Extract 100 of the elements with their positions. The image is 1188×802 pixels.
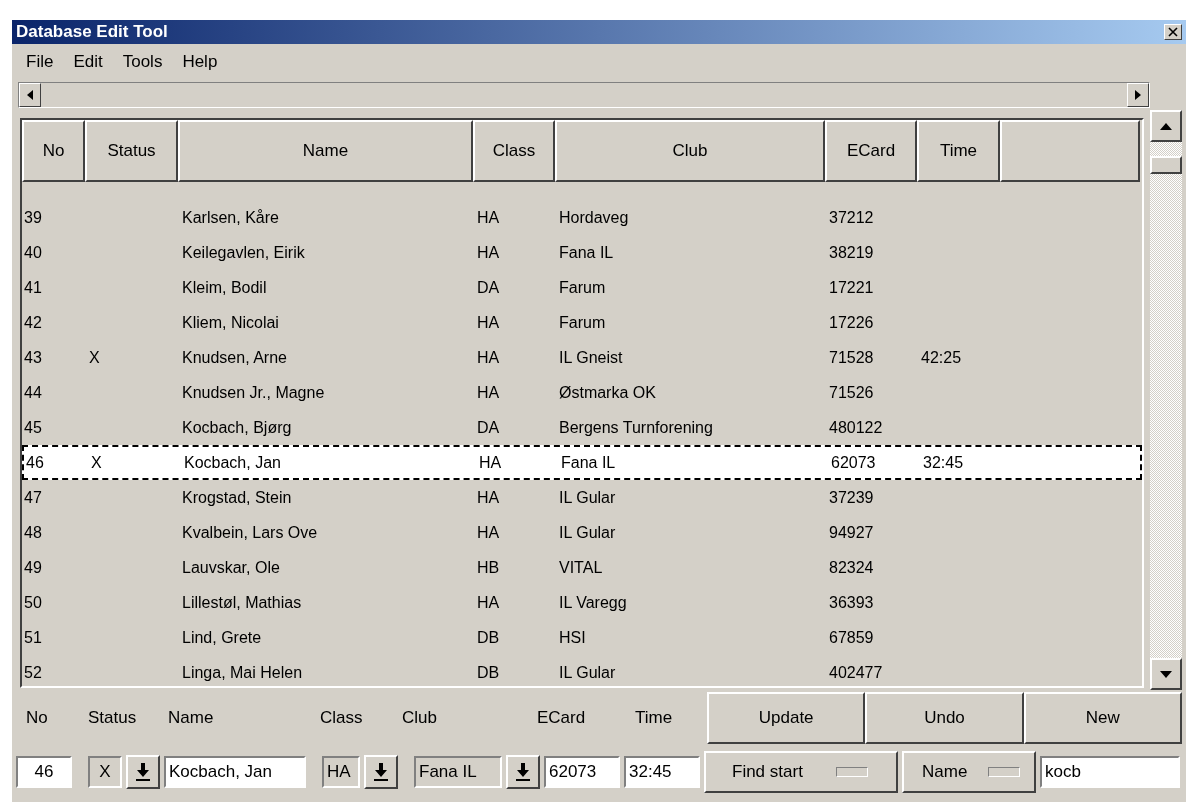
column-header[interactable]: ECard (825, 120, 917, 182)
table-row[interactable]: 42 Kliem, Nicolai HA Farum 17226 (22, 305, 1142, 340)
table-row[interactable]: 50 Lillestøl, Mathias HA IL Varegg 36393 (22, 585, 1142, 620)
horizontal-scrollbar[interactable] (18, 82, 1150, 108)
scroll-left-button[interactable] (19, 83, 41, 107)
dropdown-arrow-icon (136, 763, 150, 781)
table-row[interactable]: 45 Kocbach, Bjørg DA Bergens Turnforening 480122 (22, 410, 1142, 445)
ecard-field[interactable]: 62073 (544, 756, 620, 788)
column-header[interactable]: No (22, 120, 85, 182)
table-cell-text: Kocbach, Bjørg (181, 418, 293, 437)
table-cell-text: Østmarka OK (558, 383, 657, 402)
table-row[interactable]: 44 Knudsen Jr., Magne HA Østmarka OK 71526 (22, 375, 1142, 410)
table-cell-text: IL Gular (558, 523, 617, 542)
table-cell-text: 94927 (828, 523, 875, 542)
table-cell-text: 36393 (828, 593, 875, 612)
indicator-icon (988, 767, 1020, 777)
table-row[interactable]: 48 Kvalbein, Lars Ove HA IL Gular 94927 (22, 515, 1142, 550)
scroll-thumb[interactable] (1150, 156, 1182, 174)
table-cell-text: DB (476, 628, 501, 647)
column-header[interactable]: Status (85, 120, 178, 182)
table-cell-text: IL Gular (558, 663, 617, 682)
table-cell-text: Kleim, Bodil (181, 278, 268, 297)
field-label: ECard (537, 708, 587, 728)
column-header[interactable]: Name (178, 120, 473, 182)
action-button[interactable]: Update (707, 692, 866, 744)
table-cell-text: Farum (558, 313, 607, 332)
table-cell-text: HA (476, 208, 501, 227)
table-cell-text: X (90, 453, 103, 472)
table-row[interactable]: 40 Keilegavlen, Eirik HA Fana IL 38219 (22, 235, 1142, 270)
find-start-button[interactable]: Find start (704, 751, 898, 793)
action-button[interactable]: New (1023, 692, 1182, 744)
selected-row[interactable]: 46 X Kocbach, Jan HA Fana IL 62073 32:45 (22, 445, 1142, 480)
table-cell-text: IL Varegg (558, 593, 628, 612)
name-field[interactable]: Kocbach, Jan (164, 756, 306, 788)
table-row[interactable]: 43 X Knudsen, Arne HA IL Gneist 71528 42:25 (22, 340, 1142, 375)
action-button[interactable]: Undo (865, 692, 1024, 744)
table-row[interactable]: 49 Lauvskar, Ole HB VITAL 82324 (22, 550, 1142, 585)
table-cell-text: 50 (23, 593, 43, 612)
table-cell-text: Krogstad, Stein (181, 488, 293, 507)
table-cell-text: 43 (23, 348, 43, 367)
column-header[interactable]: Time (917, 120, 1000, 182)
table-cell-text: 82324 (828, 558, 875, 577)
status-field[interactable]: X (88, 756, 122, 788)
table-cell-text: 46 (25, 453, 45, 472)
menu-item[interactable]: Edit (73, 52, 103, 74)
club-dropdown-button[interactable] (506, 755, 540, 789)
table-cell-text: HA (476, 593, 501, 612)
table-row[interactable]: 52 Linga, Mai Helen DB IL Gular 402477 (22, 655, 1142, 686)
table-cell-text: HB (476, 558, 501, 577)
number-field[interactable]: 46 (16, 756, 72, 788)
window-title: Database Edit Tool (16, 22, 168, 42)
table-cell-text: Knudsen Jr., Magne (181, 383, 326, 402)
scroll-up-button[interactable] (1150, 110, 1182, 142)
table-cell-text: IL Gular (558, 488, 617, 507)
menu-item[interactable]: File (26, 52, 54, 74)
table-cell-text: 38219 (828, 243, 875, 262)
table-cell-text: Bergens Turnforening (558, 418, 714, 437)
column-header[interactable]: Class (473, 120, 555, 182)
table-cell-text: DB (476, 663, 501, 682)
field-label: Status (88, 708, 138, 728)
table-cell-text: Fana IL (558, 243, 615, 262)
table-cell-text: HA (476, 243, 501, 262)
sort-button[interactable]: Name (902, 751, 1036, 793)
search-field[interactable]: kocb (1040, 756, 1180, 788)
class-dropdown-button[interactable] (364, 755, 398, 789)
table-cell-text: Fana IL (560, 453, 617, 472)
menu-item[interactable]: Help (182, 52, 218, 74)
table-cell-text: DA (476, 418, 501, 437)
table-row[interactable]: 51 Lind, Grete DB HSI 67859 (22, 620, 1142, 655)
table-cell-text: Linga, Mai Helen (181, 663, 304, 682)
table-cell-text: 17221 (828, 278, 875, 297)
table-cell-text: 71526 (828, 383, 875, 402)
table-row[interactable]: 39 Karlsen, Kåre HA Hordaveg 37212 (22, 200, 1142, 235)
club-field[interactable]: Fana IL (414, 756, 502, 788)
table-row[interactable]: 47 Krogstad, Stein HA IL Gular 37239 (22, 480, 1142, 515)
vertical-scrollbar[interactable] (1150, 110, 1182, 690)
table-cell-text: HA (476, 383, 501, 402)
table-cell-text: HA (476, 488, 501, 507)
table-cell-text: Knudsen, Arne (181, 348, 288, 367)
field-label: Class (320, 708, 364, 728)
table-cell-text: 62073 (830, 453, 877, 472)
scroll-down-button[interactable] (1150, 658, 1182, 690)
status-dropdown-button[interactable] (126, 755, 160, 789)
menu-item[interactable]: Tools (122, 52, 163, 74)
table-cell-text: 480122 (828, 418, 884, 437)
field-label: Club (402, 708, 438, 728)
column-header[interactable]: Club (555, 120, 825, 182)
time-field[interactable]: 32:45 (624, 756, 700, 788)
empty-column-header[interactable] (1000, 120, 1140, 182)
table-cell-text: 44 (23, 383, 43, 402)
close-button[interactable] (1164, 24, 1182, 40)
table-cell-text: HA (476, 348, 501, 367)
table-cell-text: Lauvskar, Ole (181, 558, 281, 577)
field-label: Time (635, 708, 674, 728)
table-cell-text: 39 (23, 208, 43, 227)
table-row[interactable]: 41 Kleim, Bodil DA Farum 17221 (22, 270, 1142, 305)
scroll-right-button[interactable] (1127, 83, 1149, 107)
table-cell-text: 37212 (828, 208, 875, 227)
class-field[interactable]: HA (322, 756, 360, 788)
table-cell-text: 45 (23, 418, 43, 437)
